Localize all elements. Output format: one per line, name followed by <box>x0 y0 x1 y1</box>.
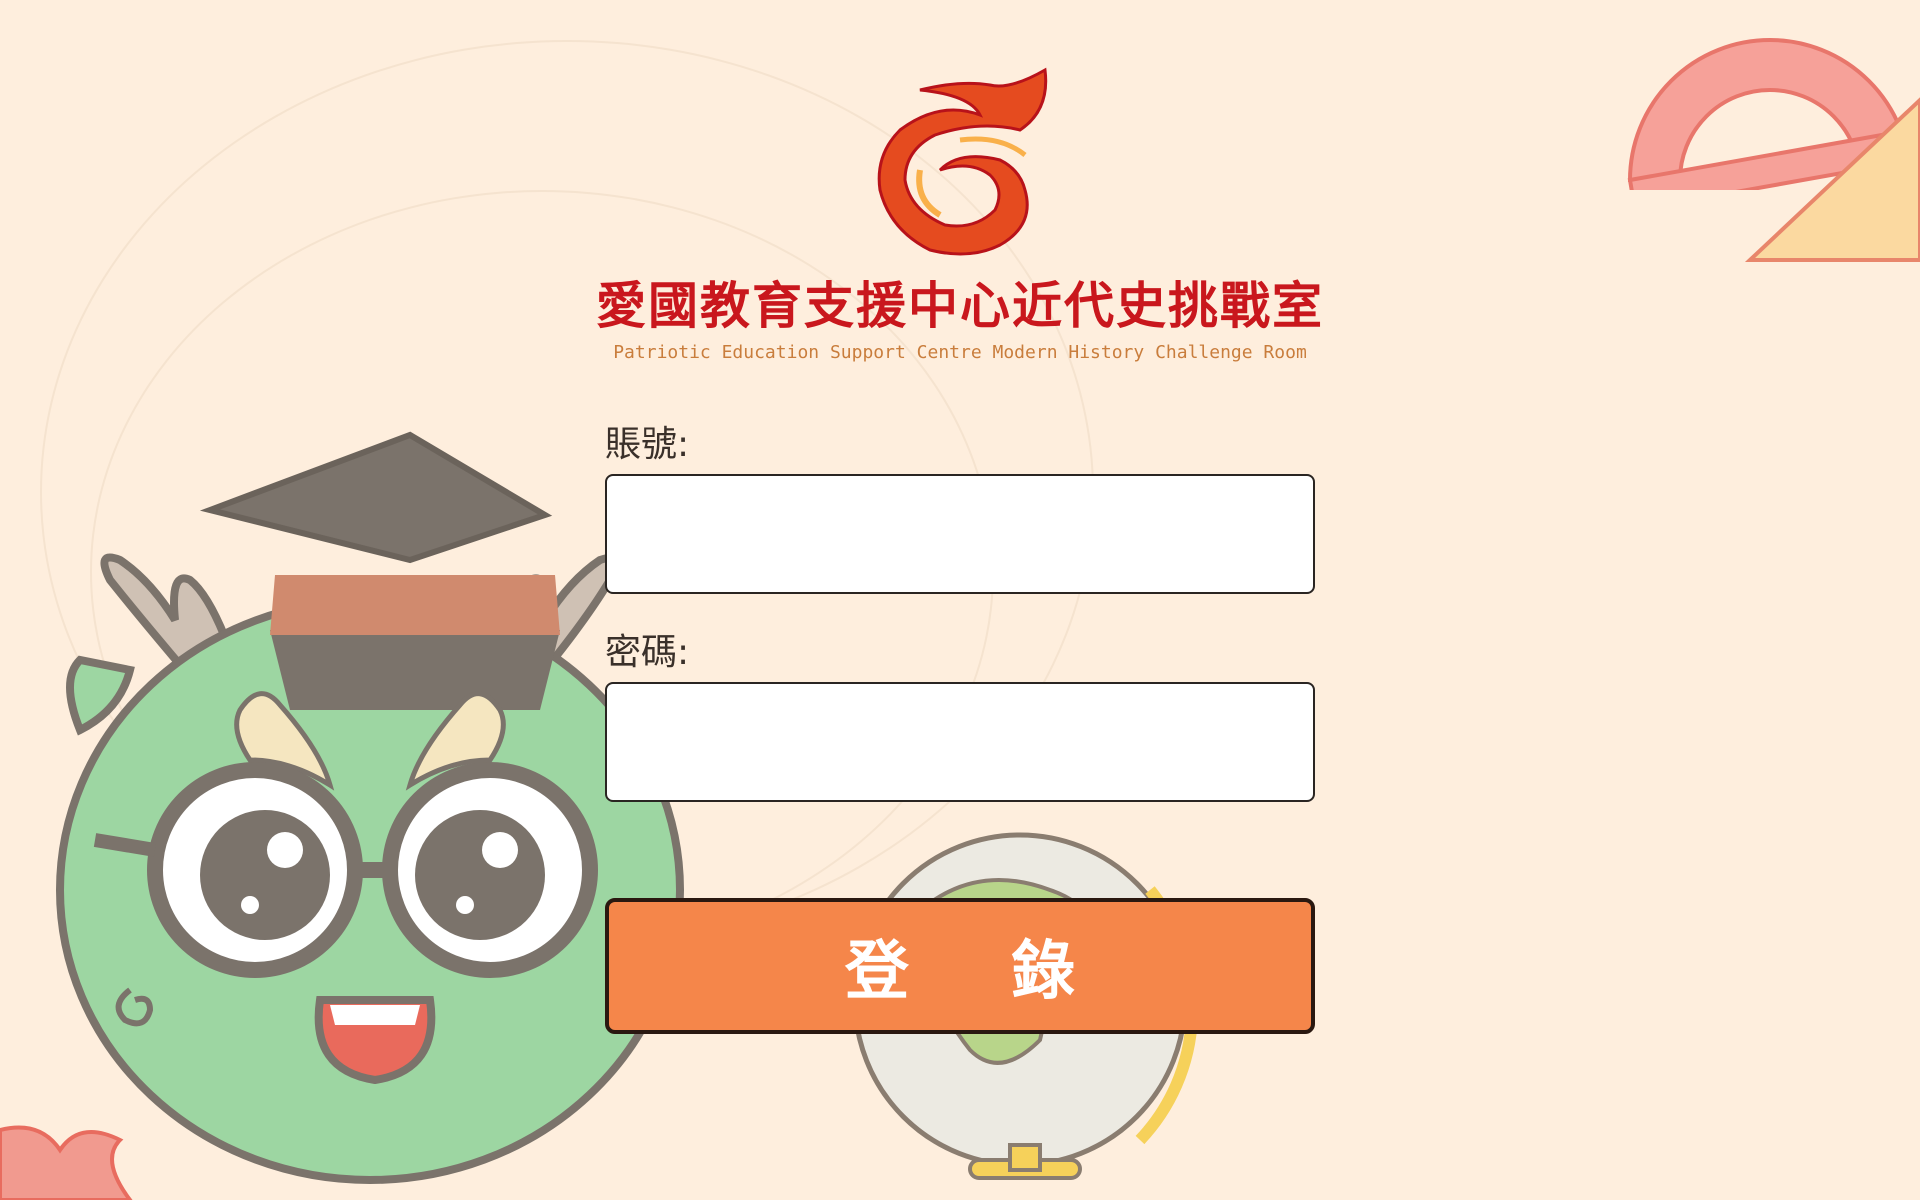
header: 愛國教育支援中心近代史挑戰室 Patriotic Education Suppo… <box>0 60 1920 363</box>
password-input[interactable] <box>605 682 1315 802</box>
field-gap <box>605 594 1315 628</box>
login-page: 愛國教育支援中心近代史挑戰室 Patriotic Education Suppo… <box>0 0 1920 1200</box>
logo-emblem-icon <box>877 67 1048 256</box>
flame-icon <box>0 1125 133 1200</box>
account-input[interactable] <box>605 474 1315 594</box>
title-chinese: 愛國教育支援中心近代史挑戰室 <box>596 276 1324 335</box>
account-label: 賬號: <box>605 424 690 465</box>
title-english: Patriotic Education Support Centre Moder… <box>613 342 1307 363</box>
login-form: 賬號: 密碼: 登 錄 <box>605 420 1315 1034</box>
login-button[interactable]: 登 錄 <box>605 898 1315 1034</box>
password-label: 密碼: <box>605 632 690 673</box>
